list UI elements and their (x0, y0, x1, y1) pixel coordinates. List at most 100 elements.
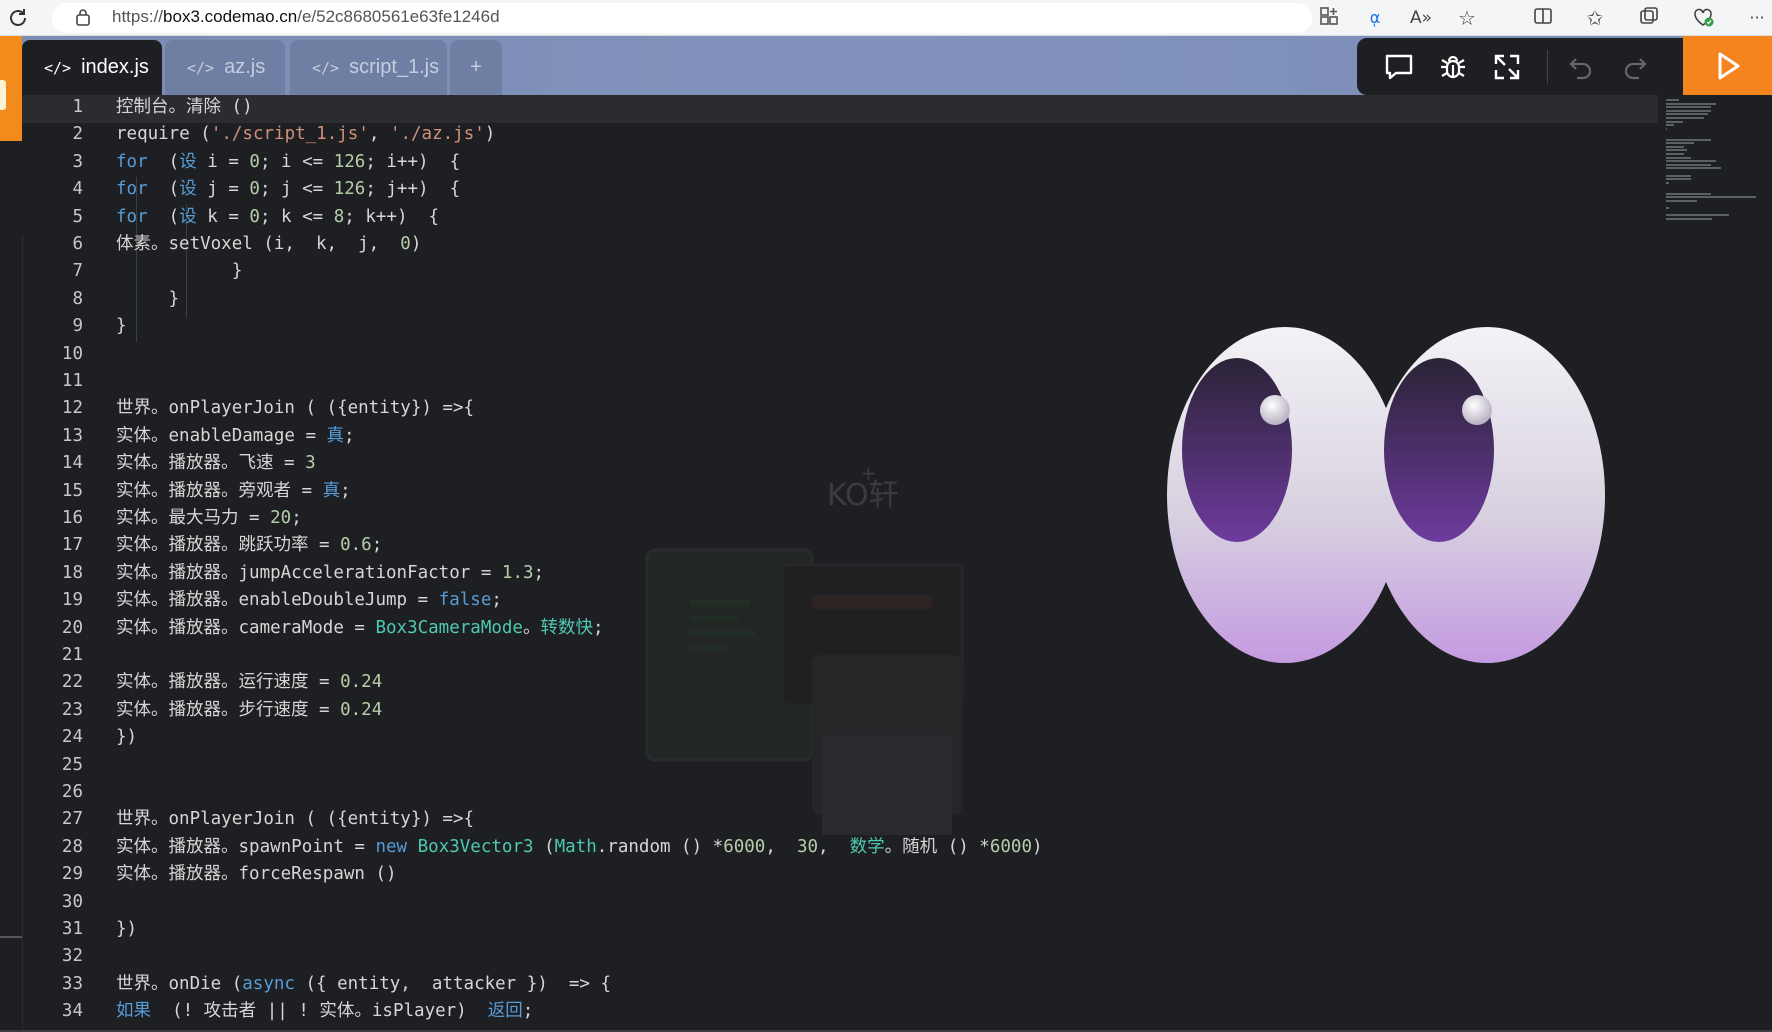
code-text: 实体。播放器。旁观者 = 真; (116, 478, 351, 505)
code-token: (! 攻击者 || ! 实体。isPlayer) (151, 1001, 488, 1022)
code-token: ; (592, 617, 604, 638)
code-line[interactable]: 30 (22, 889, 1658, 916)
code-text: 实体。播放器。运行速度 = 0.24 (116, 669, 382, 696)
more-icon[interactable]: ··· (1744, 5, 1770, 31)
code-text: require ('./script_1.js', './az.js') (116, 121, 495, 148)
code-line[interactable]: 23 实体。播放器。步行速度 = 0.24 (22, 697, 1658, 724)
redo-icon[interactable] (1615, 38, 1655, 95)
add-tab-button[interactable]: + (450, 40, 502, 95)
code-token: k = (196, 206, 250, 227)
browser-toolbar: https://box3.codemao.cn/e/52c8680561e63f… (0, 0, 1772, 36)
code-line[interactable]: 6 体素。setVoxel (i, k, j, 0) (22, 231, 1658, 258)
code-text: 体素。setVoxel (i, k, j, 0) (116, 231, 421, 258)
minimap-line (1666, 113, 1708, 116)
code-line[interactable]: 3 for (设 i = 0; i <= 126; i++) { (22, 149, 1658, 176)
code-line[interactable]: 33 世界。onDie (async ({ entity, attacker })… (22, 971, 1658, 998)
line-number: 17 (61, 535, 83, 556)
apps-icon[interactable] (1316, 5, 1342, 31)
code-token: ( (147, 206, 180, 227)
code-token: 0 (249, 151, 260, 172)
code-token: 实体。播放器。运行速度 = (116, 672, 341, 693)
code-line[interactable]: 32 (22, 943, 1658, 970)
collections-icon[interactable] (1636, 5, 1662, 31)
code-token: for (116, 151, 148, 172)
code-editor[interactable]: KO轩 + 1 控制台。清除 () 2 require ('./script_1.js… (22, 95, 1772, 1032)
code-token: for (116, 206, 148, 227)
code-text: 实体。播放器。forceRespawn () (116, 861, 397, 888)
url-host: box3.codemao.cn (163, 7, 298, 26)
code-line[interactable]: 4 for (设 j = 0; j <= 126; j++) { (22, 176, 1658, 203)
code-token: 0.6 (340, 535, 372, 556)
code-file-icon: </> (312, 59, 340, 77)
side-panel-handle[interactable] (0, 36, 22, 141)
code-token: 30 (796, 836, 819, 857)
code-line[interactable]: 25 (22, 752, 1658, 779)
chat-icon[interactable] (1379, 38, 1419, 95)
line-number: 21 (61, 645, 83, 665)
code-token: 0 (400, 234, 411, 254)
code-line[interactable]: 31}) (22, 916, 1658, 943)
code-token: 实体。播放器。spawnPoint = (116, 836, 376, 857)
code-token: .random () * (596, 836, 724, 857)
minimap-line (1666, 160, 1717, 163)
code-token: 如果 (116, 1001, 151, 1022)
code-line[interactable]: 22 实体。播放器。运行速度 = 0.24 (22, 669, 1658, 696)
read-aloud-icon[interactable]: A» (1408, 5, 1434, 31)
code-file-icon: </> (44, 59, 72, 77)
code-line[interactable]: 2 require ('./script_1.js', './az.js') (22, 121, 1658, 148)
lock-icon[interactable] (76, 8, 90, 26)
code-line[interactable]: 26 (22, 779, 1658, 806)
code-text: for (设 j = 0; j <= 126; j++) { (116, 176, 460, 203)
line-number: 9 (72, 316, 83, 337)
code-line[interactable]: 5 for (设 k = 0; k <= 8; k++) { (22, 204, 1658, 231)
favorite-star-icon[interactable]: ☆ (1454, 5, 1480, 31)
code-token: './az.js' (389, 124, 485, 145)
code-token: 世界。onDie ( (116, 973, 243, 994)
code-text: 如果 (! 攻击者 || ! 实体。isPlayer) 返回; (116, 998, 533, 1025)
code-token: ; (340, 480, 351, 501)
code-line[interactable]: 24}) (22, 724, 1658, 751)
code-token: 0.24 (340, 672, 383, 693)
code-line[interactable]: 27 世界。onPlayerJoin ( ({entity}) =>{ (22, 806, 1658, 833)
translate-icon[interactable]: ᾳ (1362, 5, 1388, 31)
line-number: 6 (72, 234, 83, 254)
code-line[interactable]: 34 如果 (! 攻击者 || ! 实体。isPlayer) 返回; (22, 998, 1658, 1025)
code-token: 返回 (487, 1001, 523, 1022)
code-line[interactable]: 8 } (22, 286, 1658, 313)
code-token: } (116, 261, 243, 282)
code-line[interactable]: 29 实体。播放器。forceRespawn () (22, 861, 1658, 888)
code-token: 6000 (989, 836, 1032, 857)
split-screen-icon[interactable] (1530, 5, 1556, 31)
code-line[interactable]: 1 控制台。清除 () (22, 95, 1658, 121)
run-play-icon[interactable] (1683, 36, 1772, 95)
code-token: j = (196, 179, 250, 200)
expand-icon[interactable] (1487, 38, 1527, 95)
undo-icon[interactable] (1561, 38, 1601, 95)
code-token: false (438, 590, 492, 611)
line-number: 7 (72, 261, 83, 282)
tab-index-js[interactable]: </> index.js (22, 40, 162, 95)
favorites-icon[interactable]: ✩ (1582, 5, 1608, 31)
browser-health-icon[interactable] (1690, 5, 1716, 31)
code-text: for (设 i = 0; i <= 126; i++) { (116, 149, 460, 176)
code-token: ; i <= (259, 151, 334, 172)
line-number: 3 (72, 151, 83, 172)
url-text[interactable]: https://box3.codemao.cn/e/52c8680561e63f… (112, 7, 500, 27)
code-text: 世界。onPlayerJoin ( ({entity}) =>{ (116, 806, 474, 833)
line-number: 4 (72, 179, 83, 200)
debug-bug-icon[interactable] (1433, 38, 1473, 95)
code-token: ; k <= (259, 206, 334, 227)
code-text: 实体。播放器。enableDoubleJump = false; (116, 587, 502, 614)
minimap-line (1666, 181, 1669, 184)
line-number: 19 (61, 590, 83, 611)
code-token: 0 (249, 179, 260, 200)
tab-script-1-js[interactable]: </> script_1.js (290, 40, 447, 95)
reload-icon[interactable] (6, 6, 30, 30)
tab-az-js[interactable]: </> az.js (165, 40, 285, 95)
code-line[interactable]: 7 } (22, 258, 1658, 285)
code-token: }) (116, 919, 138, 939)
minimap-line (1666, 149, 1687, 152)
minimap[interactable] (1658, 95, 1772, 1032)
code-line[interactable]: 28 实体。播放器。spawnPoint = new Box3Vector3 (M… (22, 834, 1658, 861)
